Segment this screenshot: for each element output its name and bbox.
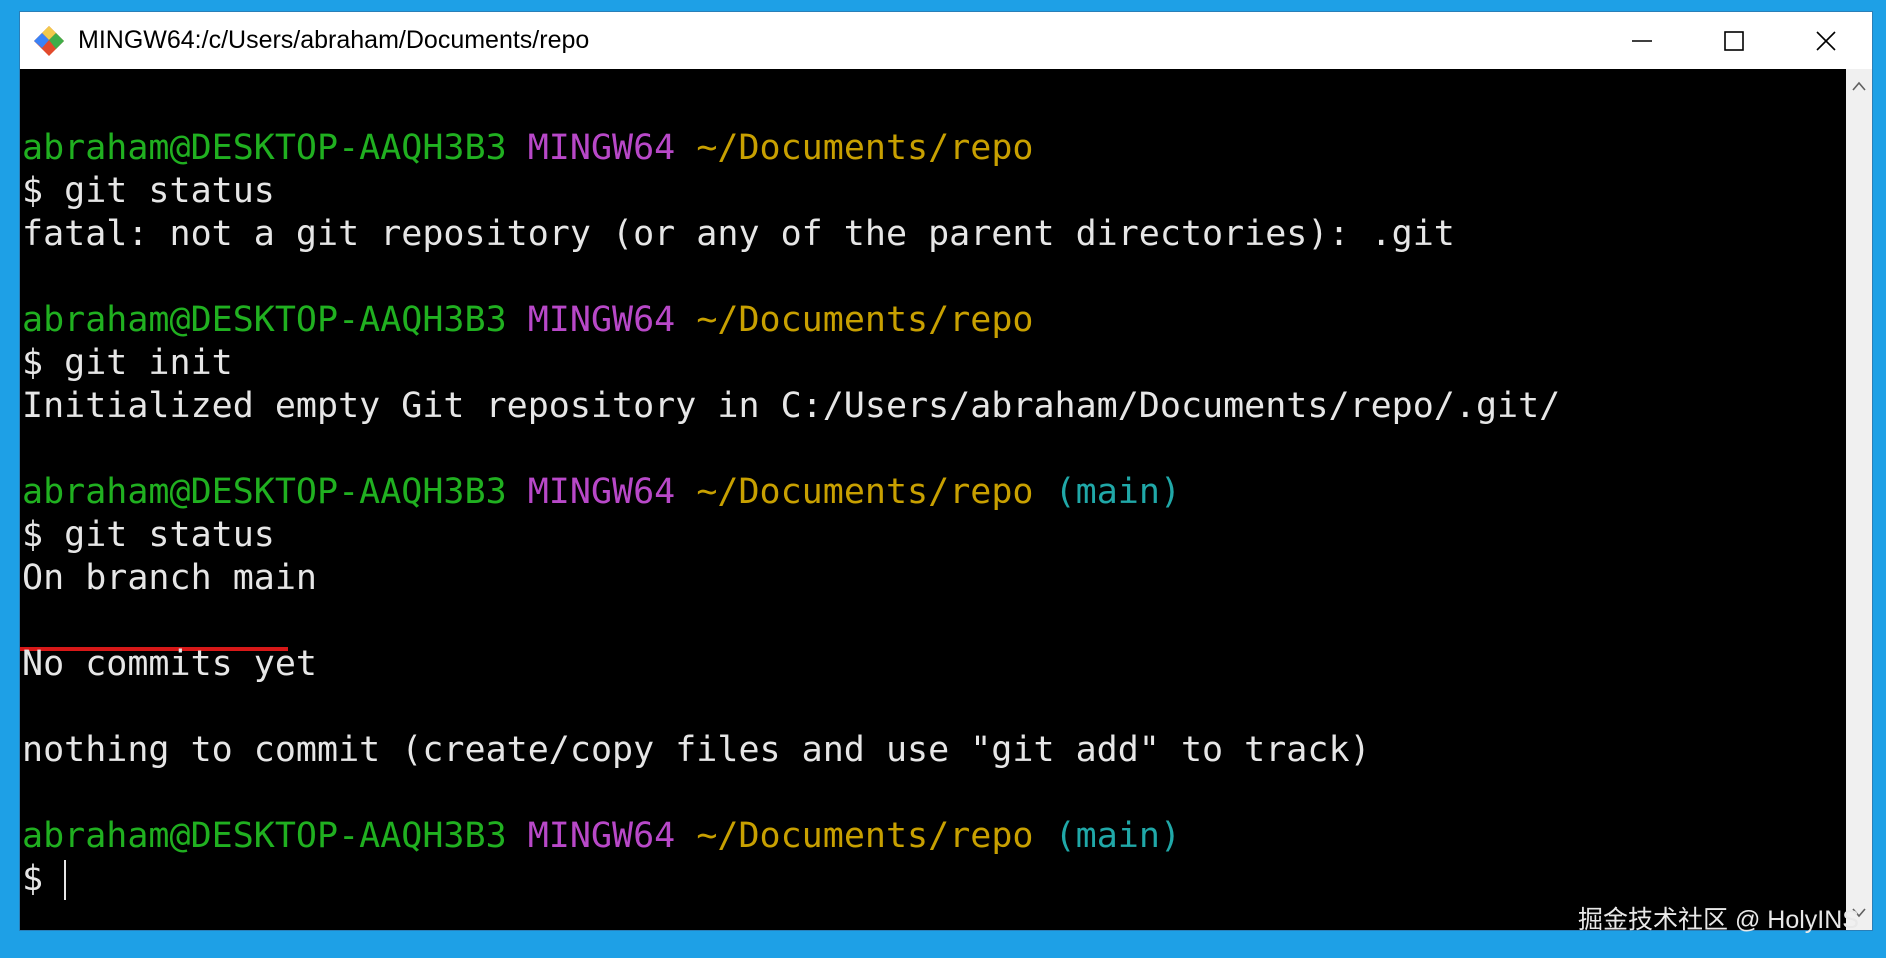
- close-icon: [1816, 30, 1836, 51]
- command-prompt: $: [22, 859, 65, 899]
- output-line-branch: On branch main: [22, 558, 318, 598]
- command-line: $ git init: [22, 343, 233, 383]
- prompt-line: abraham@DESKTOP-AAQH3B3 MINGW64 ~/Docume…: [22, 127, 1033, 170]
- maximize-button[interactable]: [1688, 12, 1780, 69]
- command-line: $ git status: [22, 515, 275, 555]
- prompt-path: ~/Documents/repo: [696, 472, 1034, 512]
- minimize-button[interactable]: [1596, 12, 1688, 69]
- prompt-user: abraham@DESKTOP-AAQH3B3: [22, 128, 507, 168]
- close-button[interactable]: [1780, 12, 1872, 69]
- prompt-branch: (main): [1054, 816, 1181, 856]
- prompt-path: ~/Documents/repo: [696, 128, 1034, 168]
- input-line[interactable]: $: [22, 858, 67, 901]
- scroll-up-button[interactable]: [1846, 73, 1872, 99]
- prompt-path: ~/Documents/repo: [696, 816, 1034, 856]
- prompt-branch: (main): [1054, 472, 1181, 512]
- title-bar[interactable]: MINGW64:/c/Users/abraham/Documents/repo: [20, 12, 1872, 69]
- prompt-line: abraham@DESKTOP-AAQH3B3 MINGW64 ~/Docume…: [22, 471, 1181, 514]
- git-bash-window: MINGW64:/c/Users/abraham/Documents/repo: [20, 12, 1872, 930]
- prompt-system: MINGW64: [527, 816, 676, 856]
- text-cursor: [64, 860, 67, 900]
- git-bash-icon: [34, 25, 64, 56]
- chevron-up-icon: [1852, 81, 1866, 91]
- prompt-system: MINGW64: [527, 300, 676, 340]
- maximize-icon: [1724, 30, 1744, 51]
- output-line: fatal: not a git repository (or any of t…: [22, 214, 1455, 254]
- output-line: nothing to commit (create/copy files and…: [22, 730, 1371, 770]
- minimize-icon: [1632, 39, 1652, 42]
- prompt-path: ~/Documents/repo: [696, 300, 1034, 340]
- output-line: Initialized empty Git repository in C:/U…: [22, 386, 1561, 426]
- vertical-scrollbar[interactable]: [1846, 69, 1872, 930]
- prompt-system: MINGW64: [527, 472, 676, 512]
- prompt-user: abraham@DESKTOP-AAQH3B3: [22, 816, 507, 856]
- window-controls: [1596, 12, 1872, 69]
- prompt-line: abraham@DESKTOP-AAQH3B3 MINGW64 ~/Docume…: [22, 815, 1181, 858]
- prompt-user: abraham@DESKTOP-AAQH3B3: [22, 300, 507, 340]
- window-title: MINGW64:/c/Users/abraham/Documents/repo: [78, 26, 590, 54]
- output-line: No commits yet: [22, 644, 318, 684]
- prompt-line: abraham@DESKTOP-AAQH3B3 MINGW64 ~/Docume…: [22, 299, 1033, 342]
- prompt-system: MINGW64: [527, 128, 676, 168]
- command-line: $ git status: [22, 171, 275, 211]
- terminal-output-area[interactable]: abraham@DESKTOP-AAQH3B3 MINGW64 ~/Docume…: [20, 69, 1846, 930]
- watermark: 掘金技术社区 @ HolyINS: [1578, 906, 1859, 934]
- prompt-user: abraham@DESKTOP-AAQH3B3: [22, 472, 507, 512]
